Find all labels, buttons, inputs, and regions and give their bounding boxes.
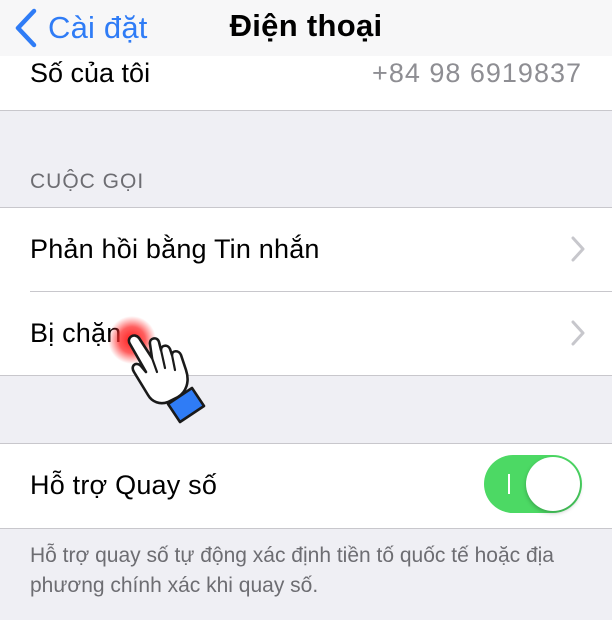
respond-with-text-label: Phản hồi bằng Tin nhắn bbox=[30, 234, 320, 264]
my-number-value: +84 98 6919837 bbox=[372, 58, 582, 88]
dial-assist-footer: Hỗ trợ quay số tự động xác định tiền tố … bbox=[30, 544, 554, 597]
chevron-right-icon bbox=[570, 320, 586, 346]
hand-pointer-icon bbox=[127, 334, 206, 424]
page-title: Điện thoại bbox=[229, 8, 383, 43]
dial-assist-row: Hỗ trợ Quay số bbox=[0, 444, 612, 527]
respond-with-text-row[interactable]: Phản hồi bằng Tin nhắn bbox=[0, 208, 612, 291]
navigation-bar: Cài đặt Điện thoại bbox=[0, 0, 612, 56]
section-header-calls: CUỘC GỌI bbox=[30, 170, 145, 193]
tap-indicator bbox=[104, 314, 224, 424]
dial-assist-label: Hỗ trợ Quay số bbox=[30, 470, 218, 500]
chevron-right-icon bbox=[570, 236, 586, 262]
dial-assist-toggle[interactable] bbox=[484, 455, 582, 513]
calls-group: Phản hồi bằng Tin nhắn Bị chặn bbox=[0, 207, 612, 376]
toggle-on-mark bbox=[508, 474, 510, 494]
blocked-row[interactable]: Bị chặn bbox=[0, 292, 612, 375]
dial-assist-group: Hỗ trợ Quay số bbox=[0, 443, 612, 529]
my-number-label: Số của tôi bbox=[30, 58, 151, 88]
toggle-knob[interactable] bbox=[526, 457, 580, 511]
